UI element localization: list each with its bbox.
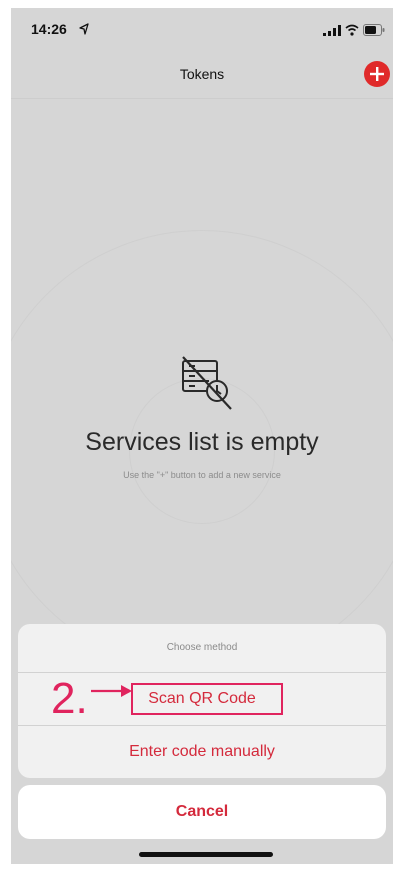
add-service-button[interactable] (364, 61, 390, 87)
battery-icon (363, 24, 385, 36)
home-indicator[interactable] (139, 852, 273, 857)
status-time: 14:26 (31, 21, 67, 37)
no-services-icon (182, 356, 232, 410)
annotation-highlight-box (131, 683, 283, 715)
cancel-button[interactable]: Cancel (18, 785, 386, 839)
arrow-right-icon (91, 685, 132, 697)
page-title: Tokens (179, 66, 225, 82)
empty-state-title: Services list is empty (85, 428, 319, 456)
navigation-bar: Tokens (11, 52, 393, 99)
plus-circle-icon (370, 67, 384, 81)
enter-code-manually-label: Enter code manually (129, 743, 275, 760)
status-bar: 14:26 (11, 8, 393, 52)
step-number-annotation: 2. (51, 674, 88, 723)
cellular-signal-icon (323, 25, 341, 36)
enter-code-manually-option[interactable]: Enter code manually (18, 726, 386, 778)
action-sheet-title: Choose method (18, 624, 386, 673)
wifi-icon (345, 24, 359, 36)
location-arrow-icon (79, 23, 89, 35)
empty-state-hint: Use the "+" button to add a new service (123, 470, 281, 480)
app-screen: 14:26 Tokens Services list is empty Use … (11, 8, 393, 864)
